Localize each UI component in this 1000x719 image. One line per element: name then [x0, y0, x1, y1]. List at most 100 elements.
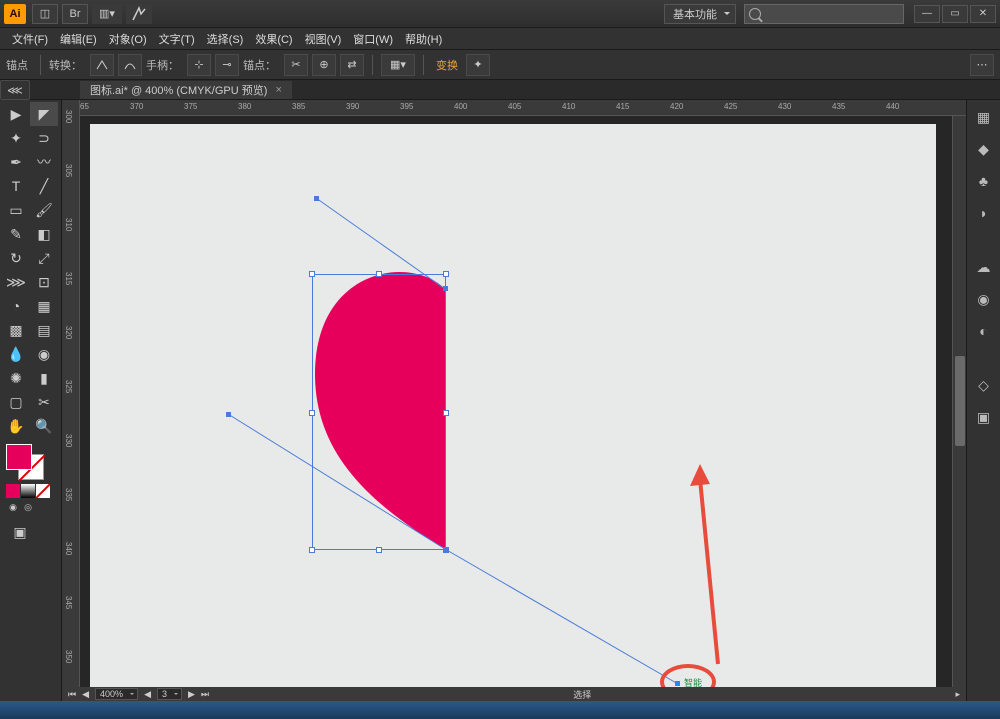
handles-show-button[interactable]: ⊹ [187, 54, 211, 76]
free-transform-tool[interactable]: ⊡ [30, 270, 58, 294]
maximize-button[interactable]: ▭ [942, 5, 968, 23]
anchor-top-handle[interactable] [314, 196, 319, 201]
magic-wand-tool[interactable]: ✦ [2, 126, 30, 150]
workspace-dropdown[interactable]: 基本功能 [664, 4, 736, 24]
close-tab-icon[interactable]: × [275, 84, 281, 96]
menu-file[interactable]: 文件(F) [6, 31, 54, 47]
menu-view[interactable]: 视图(V) [299, 31, 348, 47]
selection-tool[interactable]: ▶ [2, 102, 30, 126]
panel-libraries-icon[interactable]: ◆ [973, 138, 995, 160]
panel-artboards-icon[interactable]: ▣ [973, 406, 995, 428]
ruler-h-tick: 435 [832, 102, 845, 111]
fill-swatch[interactable] [6, 444, 32, 470]
paintbrush-tool[interactable]: 🖌 [30, 198, 58, 222]
status-menu[interactable]: ▸ [955, 689, 960, 700]
titlebar-btn-2[interactable]: Br [62, 4, 88, 24]
panel-cc-icon[interactable]: ☁ [973, 256, 995, 278]
scale-tool[interactable]: ⤢ [30, 246, 58, 270]
ruler-v-tick: 350 [64, 650, 73, 663]
status-nav-next[interactable]: ▶ [188, 689, 195, 700]
panel-brushes-icon[interactable]: ◗ [973, 202, 995, 224]
draw-mode-normal[interactable]: ◉ [6, 500, 20, 514]
panel-properties-icon[interactable]: ▦ [973, 106, 995, 128]
os-taskbar[interactable] [0, 701, 1000, 719]
status-nav-first[interactable]: ⏮ [68, 689, 76, 700]
artboard-tool[interactable]: ▢ [2, 390, 30, 414]
panel-gradient-icon[interactable]: ◐ [973, 320, 995, 342]
bounding-box[interactable] [312, 274, 446, 550]
canvas[interactable]: 智能 [80, 116, 966, 687]
cut-path-button[interactable]: ⇄ [340, 54, 364, 76]
lasso-tool[interactable]: ⊃ [30, 126, 58, 150]
minimize-button[interactable]: — [914, 5, 940, 23]
mesh-tool[interactable]: ▩ [2, 318, 30, 342]
annotation-arrow [680, 464, 740, 674]
status-nav-prev[interactable]: ◀ [82, 689, 89, 700]
remove-anchor-button[interactable]: ✂ [284, 54, 308, 76]
ruler-vertical[interactable]: 300 305 310 315 320 325 330 335 340 345 … [62, 100, 80, 701]
artboard-dropdown[interactable]: 3 [157, 688, 182, 700]
ruler-v-tick: 335 [64, 488, 73, 501]
titlebar-btn-4[interactable] [126, 4, 152, 24]
scrollbar-vertical[interactable] [952, 116, 966, 687]
rotate-tool[interactable]: ↻ [2, 246, 30, 270]
document-tab[interactable]: 图标.ai* @ 400% (CMYK/GPU 预览) × [80, 81, 292, 99]
handles-hide-button[interactable]: ⊸ [215, 54, 239, 76]
zoom-tool[interactable]: 🔍 [30, 414, 58, 438]
menu-effect[interactable]: 效果(C) [249, 31, 298, 47]
artboard[interactable]: 智能 [90, 124, 936, 687]
title-bar: Ai ◫ Br ▥▾ 基本功能 — ▭ ✕ [0, 0, 1000, 28]
status-nav-prev2[interactable]: ◀ [144, 689, 151, 700]
ruler-horizontal[interactable]: 65 370 375 380 385 390 395 400 405 410 4… [80, 100, 966, 116]
convert-corner-button[interactable] [90, 54, 114, 76]
type-tool[interactable]: T [2, 174, 30, 198]
panel-color-icon[interactable]: ◉ [973, 288, 995, 310]
anchor-top[interactable] [443, 286, 448, 291]
titlebar-btn-3[interactable]: ▥▾ [92, 4, 122, 24]
rectangle-tool[interactable]: ▭ [2, 198, 30, 222]
search-input[interactable] [744, 4, 904, 24]
perspective-tool[interactable]: ▦ [30, 294, 58, 318]
symbol-tool[interactable]: ✺ [2, 366, 30, 390]
close-button[interactable]: ✕ [970, 5, 996, 23]
gradient-tool[interactable]: ▤ [30, 318, 58, 342]
draw-mode-behind[interactable]: ◎ [21, 500, 35, 514]
menu-window[interactable]: 窗口(W) [347, 31, 399, 47]
menu-select[interactable]: 选择(S) [201, 31, 250, 47]
pencil-tool[interactable]: ✎ [2, 222, 30, 246]
connect-anchor-button[interactable]: ⊕ [312, 54, 336, 76]
pen-tool[interactable]: ✒ [2, 150, 30, 174]
transform-link[interactable]: 变换 [436, 57, 458, 73]
align-button[interactable]: ✦ [466, 54, 490, 76]
slice-tool[interactable]: ✂ [30, 390, 58, 414]
hand-tool[interactable]: ✋ [2, 414, 30, 438]
anchor-bottom[interactable] [443, 547, 448, 552]
menu-edit[interactable]: 编辑(E) [54, 31, 103, 47]
panel-swatches-icon[interactable]: ♣ [973, 170, 995, 192]
ctrl-menu-button[interactable]: ⋯ [970, 54, 994, 76]
menu-type[interactable]: 文字(T) [153, 31, 201, 47]
screen-mode-button[interactable]: ▣ [6, 520, 34, 544]
anchor-left-handle[interactable] [226, 412, 231, 417]
doc-home-button[interactable]: ⋘ [0, 80, 30, 100]
direct-selection-tool[interactable]: ◤ [30, 102, 58, 126]
blend-tool[interactable]: ◉ [30, 342, 58, 366]
status-nav-last[interactable]: ⏭ [201, 689, 209, 700]
line-tool[interactable]: ╱ [30, 174, 58, 198]
width-tool[interactable]: ⋙ [2, 270, 30, 294]
eyedropper-tool[interactable]: 💧 [2, 342, 30, 366]
panel-layers-icon[interactable]: ◇ [973, 374, 995, 396]
eraser-tool[interactable]: ◧ [30, 222, 58, 246]
color-mode-swatches[interactable] [6, 484, 55, 498]
heart-shape[interactable] [90, 124, 936, 687]
curvature-tool[interactable]: 〰 [30, 150, 58, 174]
ruler-h-tick: 425 [724, 102, 737, 111]
menu-object[interactable]: 对象(O) [103, 31, 153, 47]
shape-builder-tool[interactable]: ◔ [2, 294, 30, 318]
titlebar-btn-1[interactable]: ◫ [32, 4, 58, 24]
zoom-dropdown[interactable]: 400% [95, 688, 138, 700]
isolate-button[interactable]: ▦▾ [381, 54, 415, 76]
graph-tool[interactable]: ▮ [30, 366, 58, 390]
convert-smooth-button[interactable] [118, 54, 142, 76]
menu-help[interactable]: 帮助(H) [399, 31, 448, 47]
